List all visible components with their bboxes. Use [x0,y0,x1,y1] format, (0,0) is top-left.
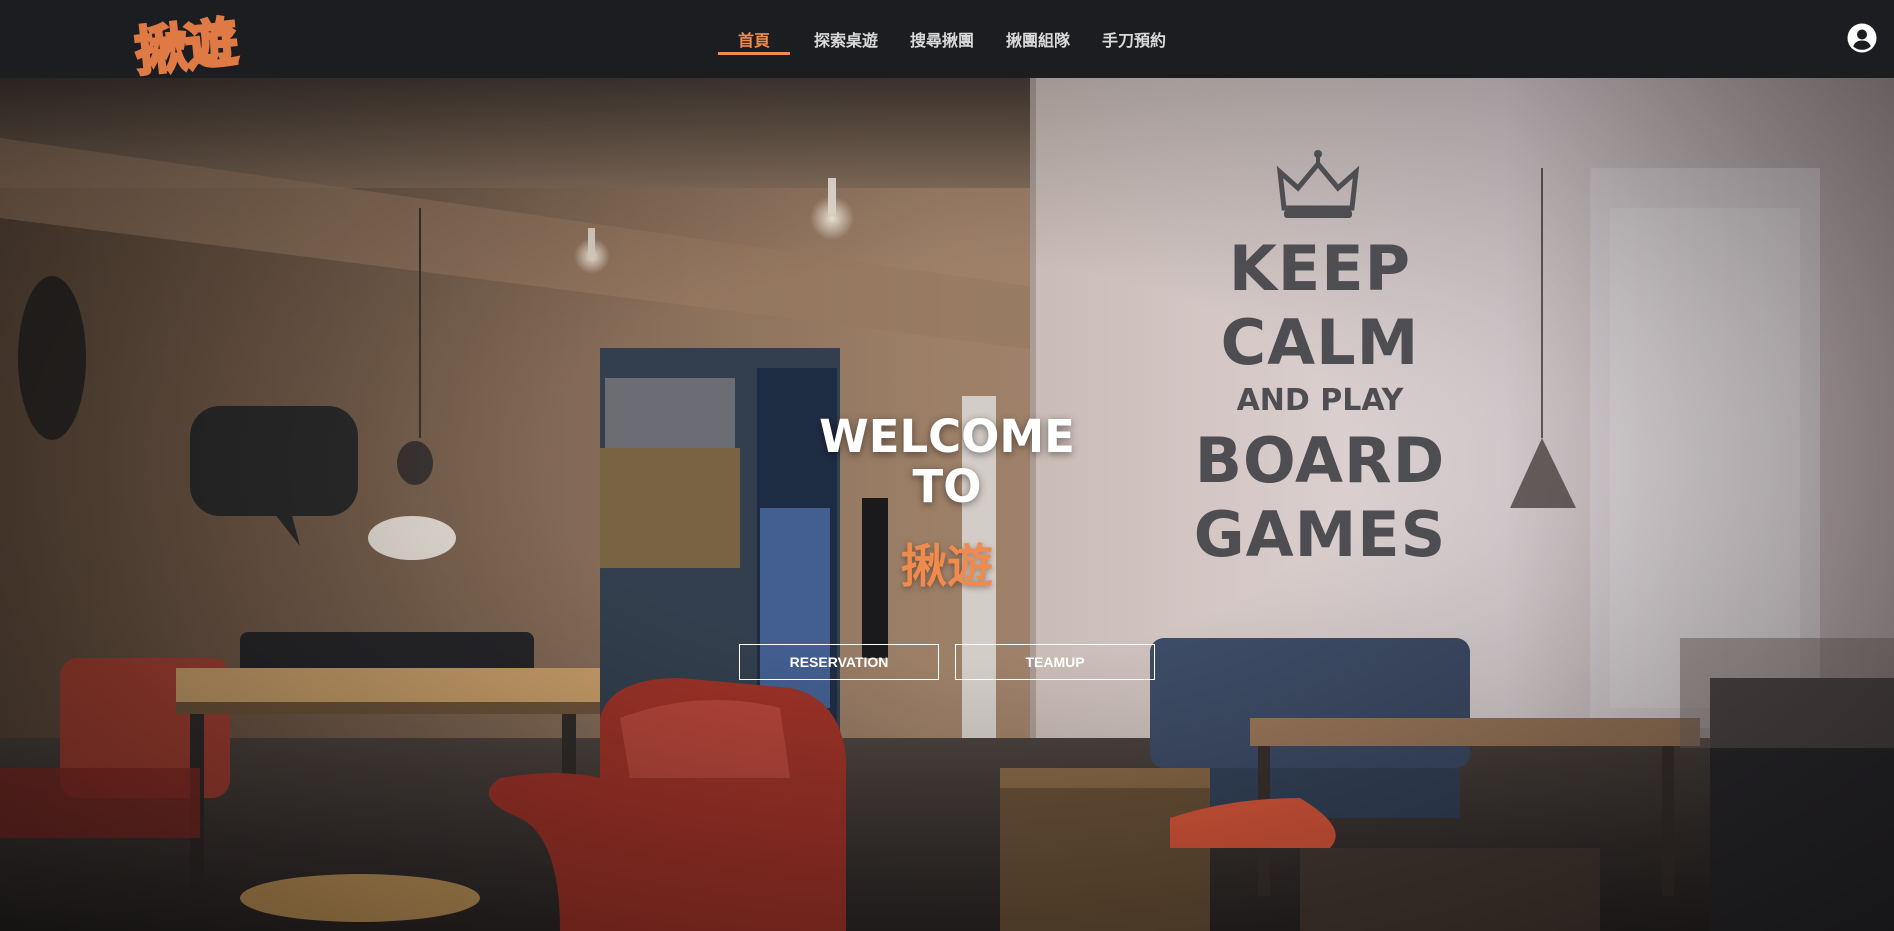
nav-item-create-team[interactable]: 揪團組隊 [998,0,1078,78]
main-nav: 首頁 探索桌遊 搜尋揪團 揪團組隊 手刀預約 [718,0,1190,78]
teamup-button[interactable]: TEAMUP [955,644,1155,680]
welcome-line-1: WELCOME [819,410,1075,463]
nav-item-label: 手刀預約 [1102,31,1167,50]
nav-item-label: 搜尋揪團 [910,31,975,50]
nav-item-label: 探索桌遊 [814,31,879,50]
account-circle-icon[interactable] [1847,23,1877,53]
logo-wordmark: 揪遊 [131,11,240,84]
top-navbar: 揪遊 首頁 探索桌遊 搜尋揪團 揪團組隊 手刀預約 [0,0,1894,84]
hero-section: KEEP CALM AND PLAY BOARD GAMES WELCOME T… [0,78,1894,931]
nav-item-label: 揪團組隊 [1006,31,1071,50]
nav-item-reservation[interactable]: 手刀預約 [1094,0,1174,78]
poster-line-1: KEEP [1228,232,1412,305]
reservation-button[interactable]: RESERVATION [739,644,939,680]
poster-line-2: CALM [1220,306,1420,379]
welcome-line-2: TO [912,460,982,513]
nav-item-explore-games[interactable]: 探索桌遊 [806,0,886,78]
active-nav-underline [718,52,790,55]
nav-item-label: 首頁 [737,31,770,50]
crown-icon [1276,150,1360,218]
nav-item-home[interactable]: 首頁 [718,0,790,78]
nav-item-search-groups[interactable]: 搜尋揪團 [902,0,982,78]
site-logo[interactable]: 揪遊 [116,4,254,84]
welcome-heading: WELCOME TO [0,412,1894,512]
wall-poster-text: KEEP CALM AND PLAY BOARD GAMES [1180,238,1460,578]
brand-name: 揪遊 [901,539,993,593]
